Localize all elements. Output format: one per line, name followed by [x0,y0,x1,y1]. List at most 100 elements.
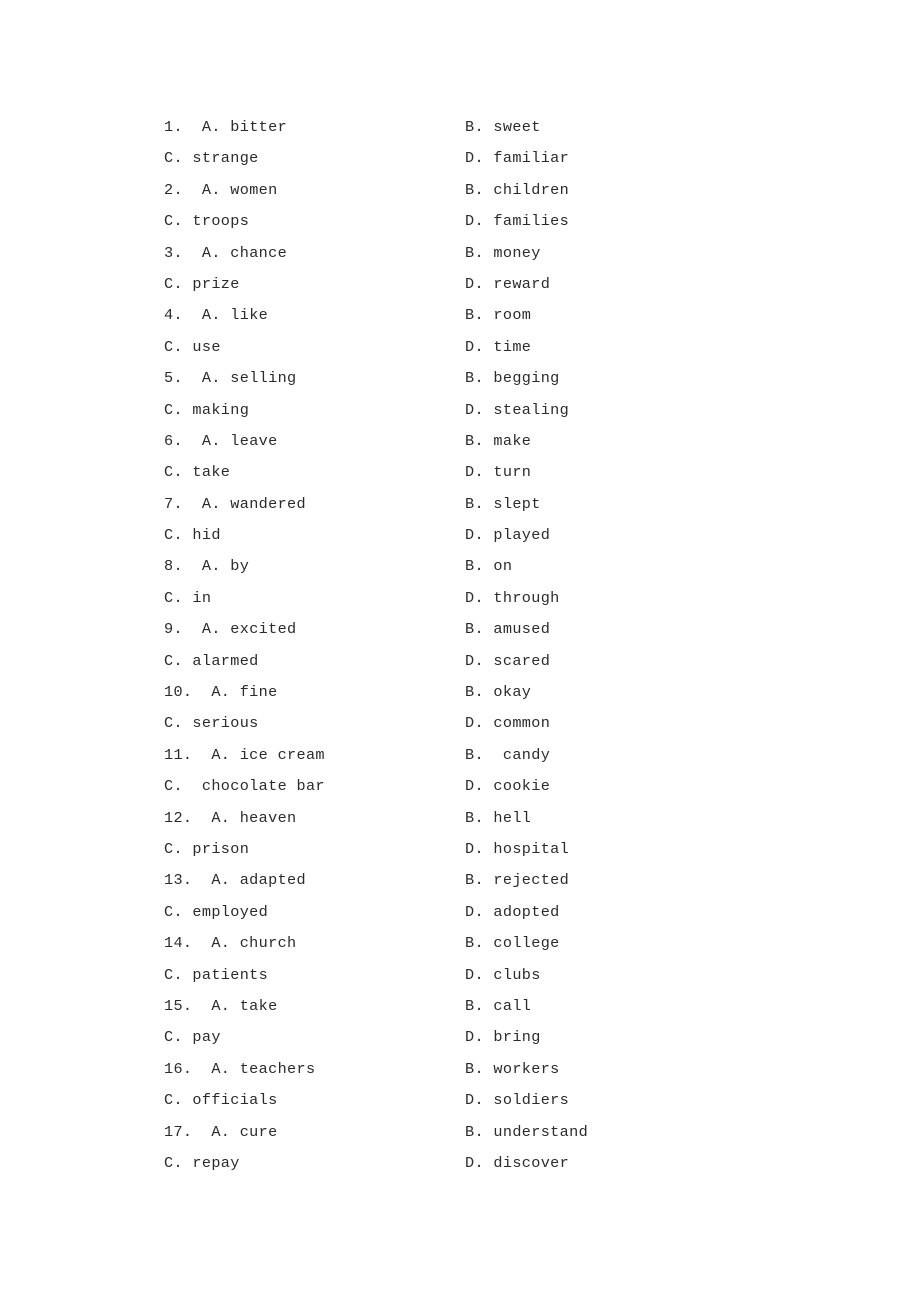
option-d[interactable]: D. discover [465,1148,569,1179]
option-a[interactable]: 3. A. chance [164,238,287,269]
option-d[interactable]: D. hospital [465,834,569,865]
option-d[interactable]: D. families [465,206,569,237]
option-label: C. [164,902,183,921]
option-row: 5. A. selling B. begging [164,363,784,394]
option-d[interactable]: D. through [465,583,560,614]
option-a[interactable]: 15. A. take [164,991,278,1022]
option-b[interactable]: B. okay [465,677,531,708]
option-d[interactable]: D. stealing [465,395,569,426]
option-text: chocolate bar [182,777,325,796]
option-d[interactable]: D. turn [465,457,531,488]
option-c[interactable]: C. troops [164,206,249,237]
option-label: B. [465,306,484,325]
option-text: excited [220,620,297,639]
option-label: 12. A. [164,808,231,827]
option-d[interactable]: D. common [465,708,550,739]
option-b[interactable]: B. candy [465,740,550,771]
option-label: C. [164,400,183,419]
option-d[interactable]: D. adopted [465,897,560,928]
option-label: D. [465,212,484,231]
option-a[interactable]: 4. A. like [164,300,268,331]
option-a[interactable]: 2. A. women [164,175,278,206]
option-row: 4. A. like B. room [164,300,784,331]
option-c[interactable]: C. use [164,332,221,363]
option-label: B. [465,369,484,388]
option-b[interactable]: B. begging [465,363,560,394]
option-d[interactable]: D. reward [465,269,550,300]
option-a[interactable]: 14. A. church [164,928,297,959]
option-a[interactable]: 5. A. selling [164,363,297,394]
option-a[interactable]: 11. A. ice cream [164,740,325,771]
option-text: strange [182,149,259,168]
option-b[interactable]: B. make [465,426,531,457]
option-d[interactable]: D. scared [465,646,550,677]
option-c[interactable]: C. prize [164,269,240,300]
option-d[interactable]: D. soldiers [465,1085,569,1116]
option-c[interactable]: C. pay [164,1022,221,1053]
question-item: 1. A. bitter B. sweet C. strange D. familia… [164,112,784,175]
option-d[interactable]: D. familiar [465,143,569,174]
option-b[interactable]: B. call [465,991,531,1022]
option-a[interactable]: 1. A. bitter [164,112,287,143]
option-label: C. [164,1028,183,1047]
option-d[interactable]: D. time [465,332,531,363]
option-c[interactable]: C. hid [164,520,221,551]
option-a[interactable]: 13. A. adapted [164,865,306,896]
option-a[interactable]: 16. A. teachers [164,1054,315,1085]
option-b[interactable]: B. room [465,300,531,331]
option-row: C. prison D. hospital [164,834,784,865]
option-b[interactable]: B. money [465,238,541,269]
option-row: C. strange D. familiar [164,143,784,174]
option-a[interactable]: 10. A. fine [164,677,278,708]
option-row: C. officials D. soldiers [164,1085,784,1116]
option-b[interactable]: B. amused [465,614,550,645]
option-label: 7. A. [164,494,221,513]
option-b[interactable]: B. workers [465,1054,560,1085]
option-c[interactable]: C. prison [164,834,249,865]
option-label: C. [164,526,183,545]
option-b[interactable]: B. rejected [465,865,569,896]
option-b[interactable]: B. on [465,551,512,582]
option-b[interactable]: B. sweet [465,112,541,143]
option-text: room [483,306,532,325]
option-b[interactable]: B. children [465,175,569,206]
option-c[interactable]: C. chocolate bar [164,771,325,802]
option-row: C. prize D. reward [164,269,784,300]
option-label: B. [465,871,484,890]
option-c[interactable]: C. serious [164,708,259,739]
option-row: C. alarmed D. scared [164,646,784,677]
option-c[interactable]: C. in [164,583,211,614]
option-c[interactable]: C. alarmed [164,646,259,677]
option-c[interactable]: C. officials [164,1085,278,1116]
option-d[interactable]: D. bring [465,1022,541,1053]
option-label: B. [465,494,484,513]
question-item: 6. A. leave B. make C. take D. turn [164,426,784,489]
option-b[interactable]: B. college [465,928,560,959]
options-list: 1. A. bitter B. sweet C. strange D. familia… [164,112,784,1179]
option-c[interactable]: C. strange [164,143,259,174]
option-d[interactable]: D. cookie [465,771,550,802]
option-b[interactable]: B. slept [465,489,541,520]
option-text: discover [483,1153,570,1172]
option-a[interactable]: 6. A. leave [164,426,278,457]
option-text: alarmed [182,651,259,670]
option-a[interactable]: 7. A. wandered [164,489,306,520]
option-d[interactable]: D. clubs [465,960,541,991]
option-text: making [182,400,250,419]
option-text: adapted [230,871,306,890]
option-c[interactable]: C. take [164,457,230,488]
option-c[interactable]: C. patients [164,960,268,991]
option-text: take [182,463,231,482]
option-text: selling [220,369,297,388]
option-a[interactable]: 8. A. by [164,551,249,582]
option-b[interactable]: B. hell [465,803,531,834]
option-c[interactable]: C. employed [164,897,268,928]
option-a[interactable]: 17. A. cure [164,1117,278,1148]
option-text: fine [230,683,278,702]
option-b[interactable]: B. understand [465,1117,588,1148]
option-c[interactable]: C. making [164,395,249,426]
option-a[interactable]: 9. A. excited [164,614,297,645]
option-a[interactable]: 12. A. heaven [164,803,297,834]
option-c[interactable]: C. repay [164,1148,240,1179]
option-d[interactable]: D. played [465,520,550,551]
